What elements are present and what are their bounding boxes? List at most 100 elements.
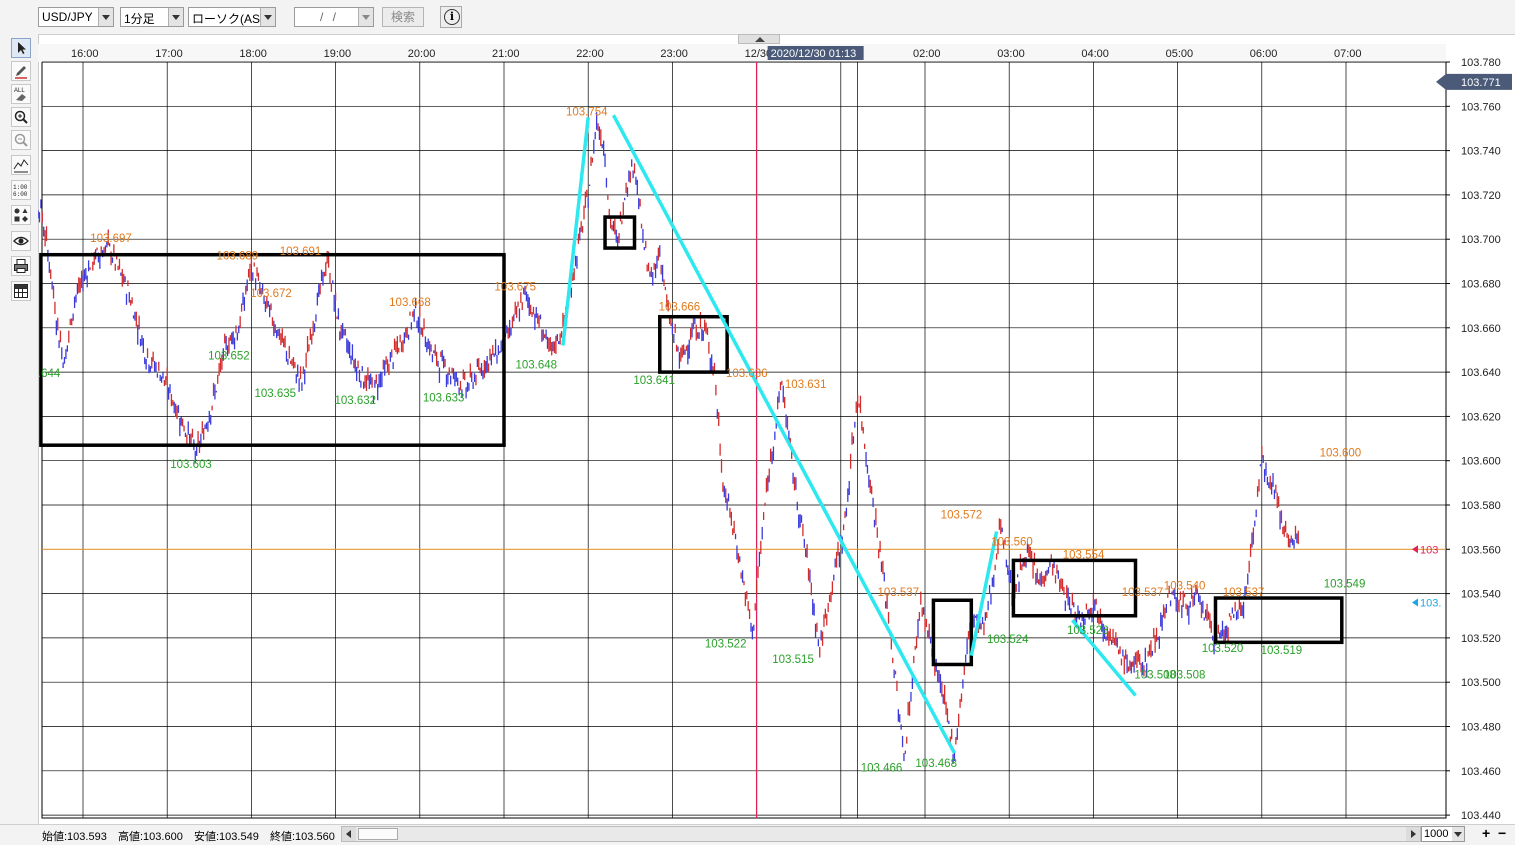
x-tick-label: 07:00 <box>1334 48 1362 60</box>
x-tick-label: 19:00 <box>324 48 352 60</box>
print-icon <box>14 259 28 273</box>
y-tick-label: 103.760 <box>1461 101 1501 113</box>
x-tick-label: 05:00 <box>1166 48 1194 60</box>
high-price-label: 103.672 <box>250 288 292 300</box>
scroll-right-icon[interactable] <box>1406 827 1420 841</box>
y-tick-label: 103.560 <box>1461 544 1501 556</box>
scroll-left-icon[interactable] <box>342 827 356 841</box>
y-tick-label: 103.460 <box>1461 766 1501 778</box>
low-price-label: 103.644 <box>38 368 61 380</box>
high-price-label: 103.636 <box>726 368 768 380</box>
y-tick-label: 103.540 <box>1461 589 1501 601</box>
pen-icon <box>15 66 27 79</box>
bar-count-select[interactable]: 1000 <box>1421 826 1465 842</box>
x-tick-label: 23:00 <box>660 48 688 60</box>
plot-area[interactable] <box>41 61 1447 819</box>
symbols-tool[interactable] <box>11 205 31 225</box>
scroll-thumb[interactable] <box>358 828 398 840</box>
y-tick-label: 103.440 <box>1461 810 1501 822</box>
high-price-label: 103.554 <box>1063 550 1105 562</box>
chevron-down-icon[interactable] <box>98 8 113 26</box>
low-price-label: 103.522 <box>705 638 747 650</box>
grid-icon <box>14 284 28 298</box>
symbol-value: USD/JPY <box>42 10 93 24</box>
y-tick-label: 103.580 <box>1461 500 1501 512</box>
info-button[interactable]: i <box>440 6 462 28</box>
chart-style-select[interactable]: ローソク(ASK) <box>188 7 276 27</box>
low-price-label: 103.515 <box>772 654 814 666</box>
time-range-tool[interactable]: 1:00 6:00 <box>11 180 31 200</box>
x-tick-label: 04:00 <box>1081 48 1109 60</box>
svg-text:ALL: ALL <box>14 88 25 94</box>
horizontal-scrollbar[interactable] <box>341 826 1421 842</box>
info-icon: i <box>444 9 460 25</box>
svg-text:1:00: 1:00 <box>13 184 28 191</box>
zoom-in-icon <box>14 110 28 124</box>
chevron-down-icon[interactable] <box>1452 827 1464 841</box>
print-tool[interactable] <box>11 256 31 276</box>
high-price-label: 103.666 <box>659 302 701 314</box>
date-input[interactable]: / / <box>294 7 374 27</box>
chevron-down-icon[interactable] <box>260 8 275 26</box>
zoom-out-icon <box>14 133 28 147</box>
panel-collapse-tab[interactable] <box>738 34 780 44</box>
high-price-label: 103.600 <box>1320 448 1362 460</box>
bid-price-tag: 103 <box>1420 544 1438 556</box>
x-tick-label: 20:00 <box>408 48 436 60</box>
date-placeholder: / / <box>320 10 340 24</box>
svg-text:6:00: 6:00 <box>13 191 28 198</box>
timeframe-value: 1分足 <box>124 12 155 26</box>
x-tick-label: 02:00 <box>913 48 941 60</box>
high-price-label: 103.675 <box>494 282 536 294</box>
y-tick-label: 103.660 <box>1461 323 1501 335</box>
x-tick-label: 17:00 <box>155 48 183 60</box>
pen-tool[interactable] <box>11 61 31 81</box>
x-tick-label: 16:00 <box>71 48 99 60</box>
low-price-label: 103.520 <box>1202 643 1244 655</box>
symbols-icon <box>14 208 28 222</box>
high-price-label: 103.754 <box>566 107 608 119</box>
symbol-select[interactable]: USD/JPY <box>38 7 114 27</box>
zoom-in-tool[interactable] <box>11 107 31 127</box>
timeframe-select[interactable]: 1分足 <box>120 7 184 27</box>
low-price-label: 103.524 <box>987 634 1029 646</box>
chevron-down-icon[interactable] <box>168 8 183 26</box>
low-price-label: 103.652 <box>208 351 250 363</box>
time-range-icon: 1:006:00 <box>13 184 28 198</box>
search-button[interactable]: 検索 <box>382 7 424 27</box>
x-tick-label: 06:00 <box>1250 48 1278 60</box>
eye-icon <box>13 236 29 246</box>
zoom-out-tool[interactable] <box>11 130 31 150</box>
indicator-tool[interactable] <box>11 155 31 175</box>
low-price-label: 103.468 <box>915 758 957 770</box>
y-tick-label: 103.740 <box>1461 146 1501 158</box>
zoom-out-button[interactable]: − <box>1498 825 1506 841</box>
zoom-in-button[interactable]: + <box>1482 825 1490 841</box>
grid-tool[interactable] <box>11 281 31 301</box>
erase-all-tool[interactable]: ALL <box>11 84 31 104</box>
y-tick-label: 103.520 <box>1461 633 1501 645</box>
open-price: 始値:103.593 <box>42 831 107 843</box>
low-price-label: 103.641 <box>633 375 675 387</box>
calendar-dropdown-icon[interactable] <box>358 8 373 26</box>
y-tick-label: 103.640 <box>1461 367 1501 379</box>
eraser-all-icon: ALL <box>14 88 26 101</box>
y-tick-label: 103.720 <box>1461 190 1501 202</box>
visibility-tool[interactable] <box>11 231 31 251</box>
cursor-tool[interactable] <box>11 38 31 58</box>
bar-count-value: 1000 <box>1424 828 1449 840</box>
cursor-time-label: 2020/12/30 01:13 <box>771 48 857 60</box>
high-price-label: 103.537 <box>1122 587 1164 599</box>
low-price: 安値:103.549 <box>194 831 259 843</box>
price-chart[interactable]: 103.780 103.760 103.740 103.720 103.700 103.6… <box>38 44 1515 824</box>
low-price-label: 103.632 <box>334 395 376 407</box>
high-price-label: 103.689 <box>217 251 259 263</box>
x-tick-label: 18:00 <box>239 48 267 60</box>
x-tick-label: 21:00 <box>492 48 520 60</box>
high-price-label: 103.560 <box>991 536 1033 548</box>
y-tick-label: 103.620 <box>1461 411 1501 423</box>
high-price-label: 103.537 <box>878 587 920 599</box>
low-price-label: 103.648 <box>515 359 557 371</box>
low-price-label: 103.519 <box>1261 645 1303 657</box>
current-price-label: 103.771 <box>1461 77 1501 89</box>
